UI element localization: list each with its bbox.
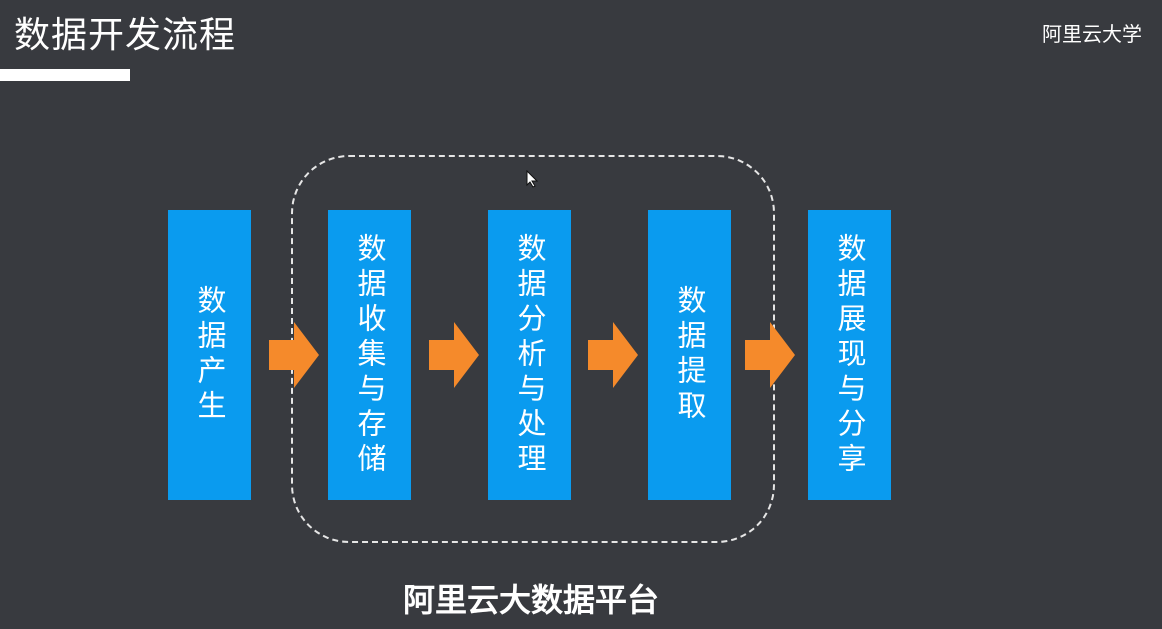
step-label: 数据产生 [193, 285, 227, 425]
step-data-display-sharing: 数据展现与分享 [808, 210, 891, 500]
step-label: 数据收集与存储 [353, 232, 387, 478]
arrow-right-icon [745, 322, 795, 388]
step-label: 数据提取 [673, 285, 707, 425]
arrow-right-icon [429, 322, 479, 388]
platform-label: 阿里云大数据平台 [402, 581, 659, 619]
title-underline-bar [0, 69, 130, 81]
step-data-extraction: 数据提取 [648, 210, 731, 500]
step-data-collection-storage: 数据收集与存储 [328, 210, 411, 500]
arrow-right-icon [588, 322, 638, 388]
page-title: 数据开发流程 [14, 15, 237, 56]
step-data-analysis-processing: 数据分析与处理 [488, 210, 571, 500]
brand-label: 阿里云大学 [1042, 22, 1142, 46]
step-label: 数据分析与处理 [513, 232, 547, 478]
step-data-generation: 数据产生 [168, 210, 251, 500]
mouse-cursor-icon [526, 170, 538, 188]
step-label: 数据展现与分享 [833, 232, 867, 478]
arrow-right-icon [269, 322, 319, 388]
